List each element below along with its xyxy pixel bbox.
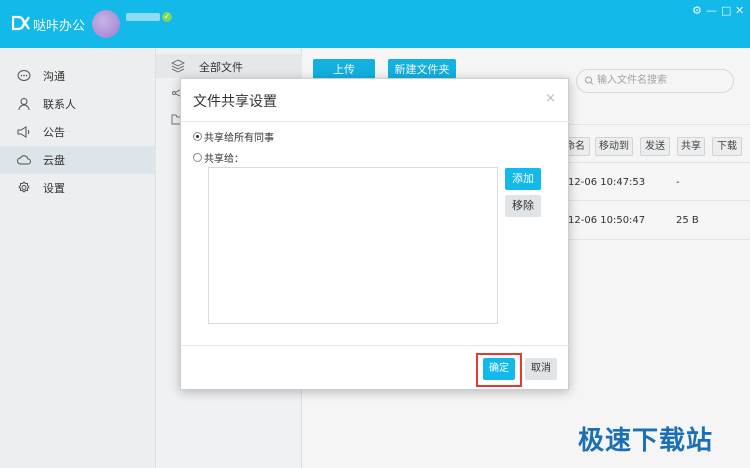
add-button[interactable]: 添加 — [505, 168, 541, 190]
app-title: 哒咔办公 — [33, 19, 86, 34]
title-bar: 哒咔办公 ✓ ⚙ — □ ✕ — [0, 0, 750, 48]
radio-share-to[interactable] — [193, 153, 202, 162]
share-to-label: 共享给： — [204, 154, 244, 165]
close-icon[interactable]: × — [545, 91, 556, 106]
share-recipients-list[interactable] — [208, 167, 498, 324]
maximize-button[interactable]: □ — [721, 4, 731, 17]
share-to-option[interactable]: 共享给： — [193, 150, 244, 165]
divider — [181, 121, 570, 122]
cancel-button[interactable]: 取消 — [525, 358, 557, 380]
share-all-label: 共享给所有同事 — [204, 133, 274, 144]
confirm-button[interactable]: 确定 — [483, 358, 515, 380]
close-window-button[interactable]: ✕ — [735, 4, 744, 17]
remove-button[interactable]: 移除 — [505, 195, 541, 217]
divider — [181, 345, 570, 346]
dialog-title: 文件共享设置 — [193, 94, 277, 110]
avatar[interactable] — [92, 10, 120, 38]
watermark-logo: 极速下载站 — [578, 426, 714, 456]
file-share-settings-dialog: 文件共享设置 × 共享给所有同事 共享给： 添加 移除 确定 取消 — [180, 78, 570, 390]
radio-share-all[interactable] — [193, 132, 202, 141]
username-blurred — [126, 13, 160, 21]
share-all-option[interactable]: 共享给所有同事 — [193, 129, 274, 144]
app-logo-icon — [12, 15, 30, 31]
minimize-button[interactable]: — — [706, 4, 717, 17]
settings-window-icon[interactable]: ⚙ — [692, 4, 702, 17]
verified-check-icon: ✓ — [162, 12, 172, 22]
